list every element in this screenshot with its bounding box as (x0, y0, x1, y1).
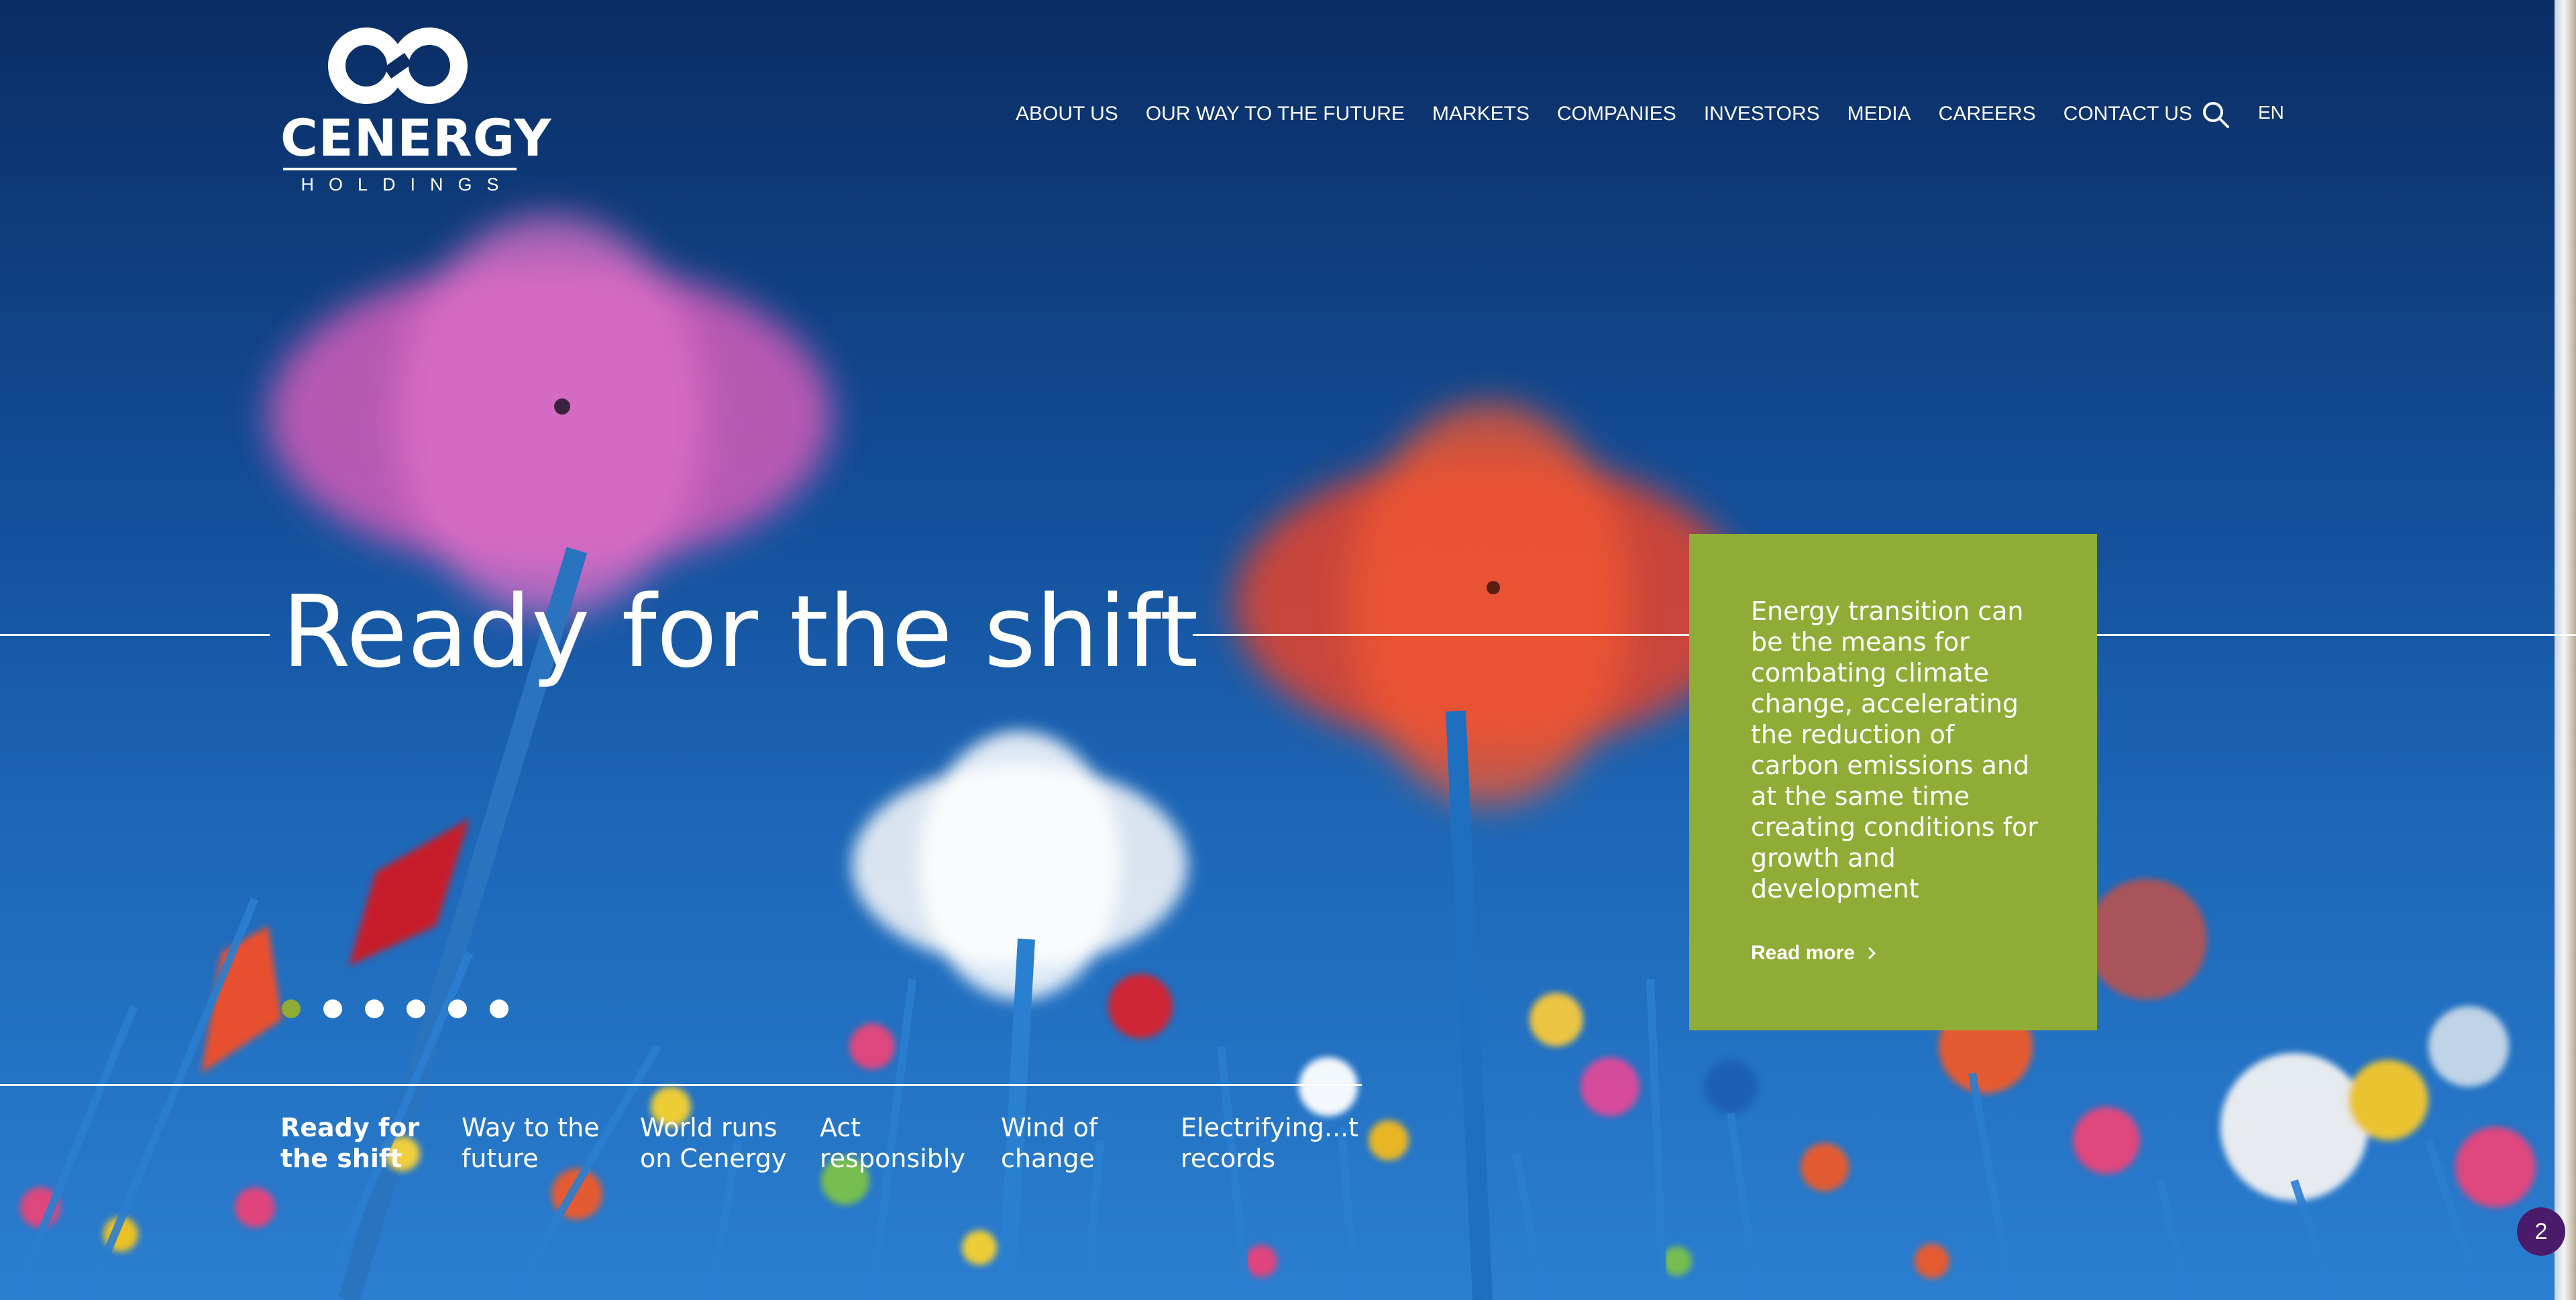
slider-dot-1[interactable] (282, 999, 301, 1018)
read-more-label: Read more (1751, 942, 1856, 964)
language-selector[interactable]: EN (2258, 102, 2284, 123)
slide-tab-act-responsibly[interactable]: Act responsibly (820, 1112, 994, 1174)
read-more-link[interactable]: Read more (1751, 942, 1876, 965)
main-navigation: ABOUT US OUR WAY TO THE FUTURE MARKETS C… (1016, 101, 2192, 127)
logo-divider (283, 168, 517, 170)
promo-card-text: Energy transition can be the means for c… (1751, 596, 2038, 904)
slide-tabs-rule (0, 1084, 1362, 1086)
slider-dot-5[interactable] (448, 999, 467, 1018)
slider-dot-4[interactable] (407, 999, 425, 1018)
nav-about-us[interactable]: ABOUT US (1016, 103, 1118, 125)
chevron-right-icon (1868, 946, 1876, 960)
nav-markets[interactable]: MARKETS (1432, 103, 1529, 125)
nav-our-way-to-the-future[interactable]: OUR WAY TO THE FUTURE (1146, 103, 1405, 125)
logo-subtitle: HOLDINGS (301, 174, 514, 195)
slider-dot-2[interactable] (323, 999, 342, 1018)
slider-dot-3[interactable] (365, 999, 384, 1018)
slide-tab-electrifying-records[interactable]: Electrifying...t records (1181, 1112, 1382, 1174)
hero-title: Ready for the shift (282, 574, 1199, 690)
nav-contact-us[interactable]: CONTACT US (2063, 103, 2192, 125)
hero-promo-card: Energy transition can be the means for c… (1689, 534, 2097, 1030)
slide-tab-world-runs-on-cenergy[interactable]: World runs on Cenergy (640, 1112, 814, 1174)
nav-careers[interactable]: CAREERS (1939, 103, 2036, 125)
nav-investors[interactable]: INVESTORS (1704, 103, 1820, 125)
hero-rule-middle (1193, 634, 1689, 636)
slider-dot-6[interactable] (490, 999, 508, 1018)
hero-rule-left (0, 634, 270, 636)
cenergy-logo[interactable]: CENERGY HOLDINGS (280, 27, 552, 201)
search-button[interactable] (2202, 101, 2230, 129)
slide-tab-ready-for-the-shift[interactable]: Ready for the shift (280, 1112, 455, 1174)
slide-tab-wind-of-change[interactable]: Wind of change (1001, 1112, 1175, 1174)
slide-tab-way-to-the-future[interactable]: Way to the future (462, 1112, 636, 1174)
nav-media[interactable]: MEDIA (1847, 103, 1911, 125)
search-icon (2203, 102, 2229, 128)
hero-rule-right (2097, 634, 2576, 636)
cenergy-logo-mark-icon (328, 28, 468, 104)
nav-companies[interactable]: COMPANIES (1557, 103, 1676, 125)
slider-pagination (282, 999, 531, 1018)
adjacent-slide-edge (2555, 0, 2576, 1300)
logo-wordmark: CENERGY (280, 108, 552, 168)
chat-notification-badge[interactable]: 2 (2517, 1207, 2565, 1256)
